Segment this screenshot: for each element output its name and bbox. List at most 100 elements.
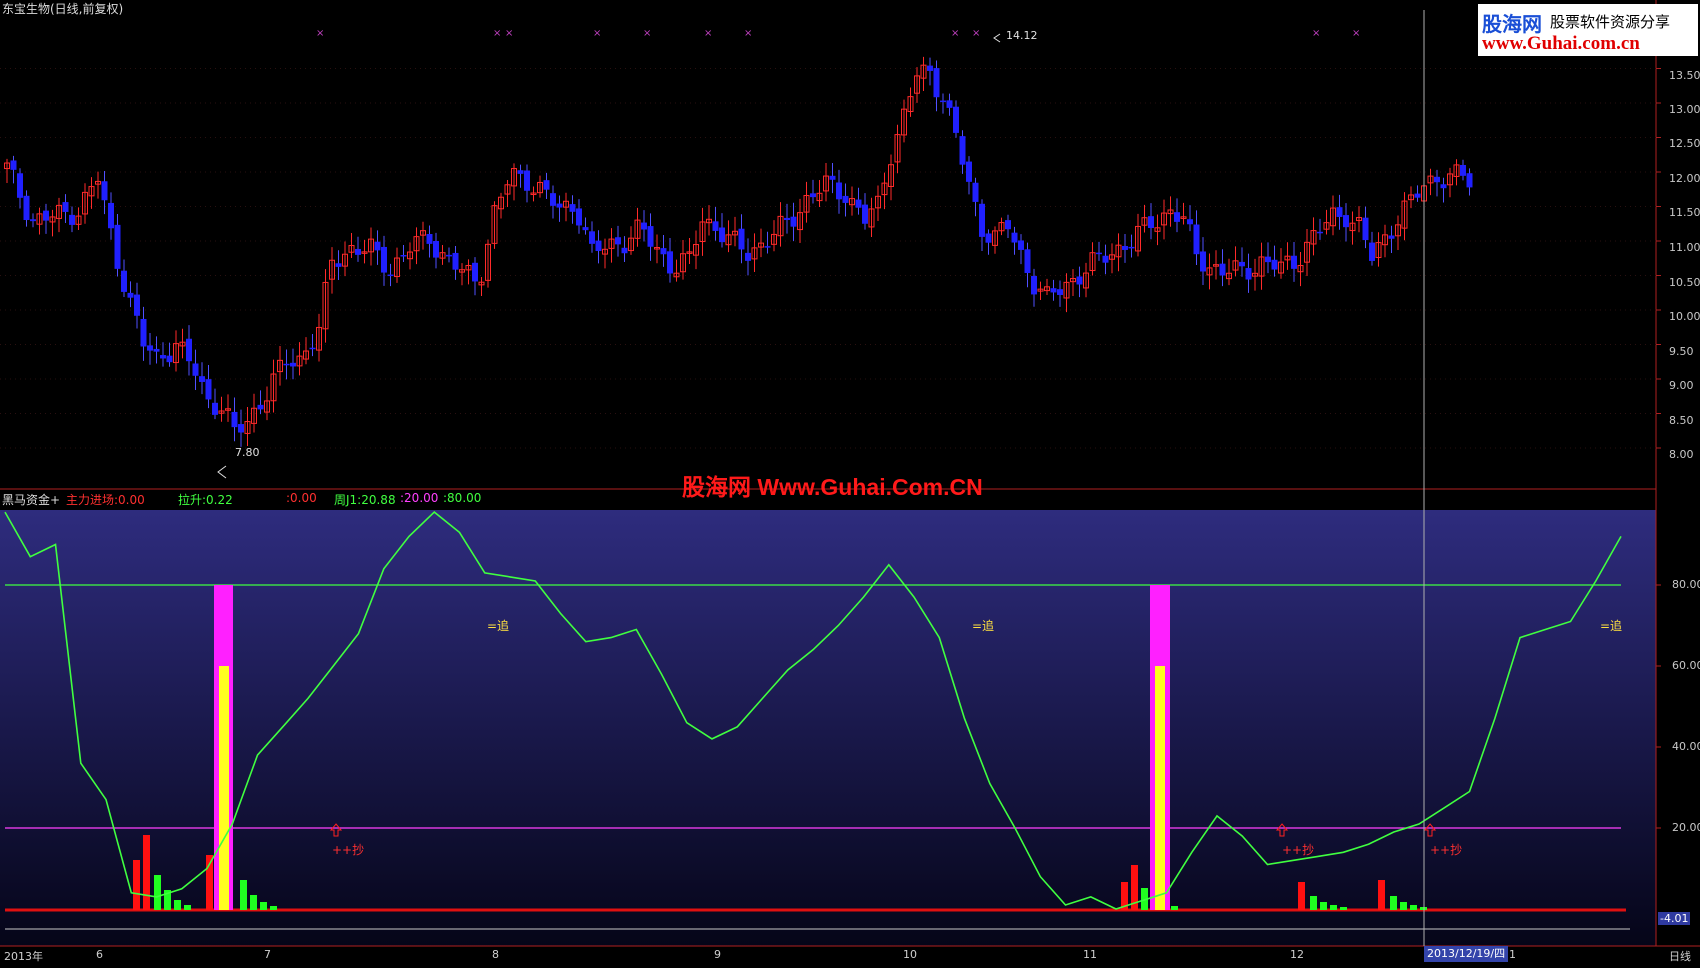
time-axis-label: 9 bbox=[714, 948, 721, 961]
price-tick: 8.50 bbox=[1669, 414, 1694, 427]
candle-body bbox=[1245, 268, 1252, 280]
candle-body bbox=[667, 251, 673, 274]
price-tick: 10.50 bbox=[1669, 276, 1700, 289]
high-marker bbox=[993, 33, 1001, 43]
price-tick: 8.00 bbox=[1669, 448, 1694, 461]
candle-body bbox=[842, 195, 849, 203]
candle-body bbox=[1317, 231, 1323, 234]
volume-bar bbox=[1310, 896, 1317, 910]
guhai-logo[interactable]: 股海网 股票软件资源分享 www.Guhai.com.cn bbox=[1478, 4, 1698, 56]
candle-body bbox=[745, 252, 751, 261]
candle-body bbox=[985, 233, 992, 243]
candle-body bbox=[712, 221, 719, 231]
candle-body bbox=[927, 65, 933, 71]
candle-body bbox=[1024, 249, 1031, 273]
candle-body bbox=[238, 424, 244, 433]
candle-body bbox=[595, 240, 602, 251]
price-tick: 13.00 bbox=[1669, 103, 1700, 116]
volume-bar bbox=[174, 900, 181, 910]
time-axis-label: 6 bbox=[96, 948, 103, 961]
candle-body bbox=[212, 402, 218, 415]
candle-body bbox=[1031, 275, 1037, 295]
candle-body bbox=[472, 262, 478, 282]
candle-body bbox=[1219, 263, 1226, 276]
signal-bar-yellow bbox=[1155, 666, 1165, 910]
candle-body bbox=[1174, 212, 1180, 222]
candle-body bbox=[959, 136, 966, 165]
candle-body bbox=[1369, 242, 1375, 261]
candle-body bbox=[1076, 276, 1083, 285]
candle-body bbox=[1193, 224, 1200, 255]
chase-signal: =追 bbox=[1600, 619, 1623, 633]
time-axis-label: 8 bbox=[492, 948, 499, 961]
candle-body bbox=[127, 292, 134, 298]
volume-bar bbox=[1171, 906, 1178, 910]
candle-body bbox=[810, 193, 816, 198]
candle-body bbox=[1102, 255, 1109, 263]
candle-body bbox=[589, 231, 595, 244]
candle-body bbox=[446, 254, 452, 257]
logo-slogan: 股票软件资源分享 bbox=[1550, 13, 1671, 31]
candle-body bbox=[30, 219, 36, 222]
candle-body bbox=[17, 173, 23, 198]
volume-bar bbox=[240, 880, 247, 910]
price-tick: 9.50 bbox=[1669, 345, 1694, 358]
candle-body bbox=[660, 248, 667, 255]
candle-body bbox=[953, 106, 959, 133]
time-axis-label: 7 bbox=[264, 948, 271, 961]
candle-body bbox=[940, 100, 946, 103]
candle-body bbox=[1466, 173, 1473, 188]
candle-body bbox=[1050, 288, 1057, 293]
volume-bar bbox=[1320, 902, 1327, 910]
candle-body bbox=[147, 345, 153, 351]
site-watermark: 股海网 Www.Guhai.Com.CN bbox=[682, 474, 983, 500]
volume-bar bbox=[184, 905, 191, 910]
time-axis-label: 11 bbox=[1083, 948, 1097, 961]
chase-signal: =追 bbox=[487, 619, 510, 633]
candle-body bbox=[1122, 246, 1128, 250]
candle-body bbox=[101, 181, 108, 201]
cursor-date-box: 2013/12/19/四 bbox=[1424, 946, 1509, 962]
candle-body bbox=[1005, 220, 1011, 230]
candle-body bbox=[1187, 219, 1193, 225]
candle-body bbox=[1096, 252, 1102, 255]
candle-body bbox=[1291, 255, 1297, 269]
candle-body bbox=[1343, 215, 1349, 228]
candle-body bbox=[10, 160, 17, 170]
candle-body bbox=[192, 363, 199, 376]
candle-body bbox=[153, 348, 160, 352]
signal-marker: × bbox=[316, 28, 324, 39]
price-tick: 10.00 bbox=[1669, 310, 1700, 323]
candle-body bbox=[186, 338, 192, 362]
candle-body bbox=[517, 170, 524, 174]
candle-body bbox=[582, 227, 589, 231]
candle-body bbox=[1128, 246, 1135, 249]
volume-bar bbox=[260, 902, 267, 910]
candle-body bbox=[1388, 235, 1395, 239]
field-weekly-j1: 周J1:20.88 bbox=[334, 493, 396, 507]
candle-body bbox=[309, 347, 316, 350]
candle-body bbox=[1460, 164, 1466, 176]
field-main-entry: 主力进场:0.00 bbox=[66, 493, 145, 507]
chase-signal: =追 bbox=[972, 619, 995, 633]
candle-body bbox=[784, 217, 790, 221]
candle-body bbox=[1057, 289, 1063, 295]
candle-body bbox=[790, 216, 797, 227]
candle-body bbox=[829, 175, 836, 180]
candle-body bbox=[1434, 176, 1440, 183]
period-label[interactable]: 日线 bbox=[1669, 948, 1691, 964]
buy-signal: ++抄 bbox=[1430, 843, 1463, 857]
candle-body bbox=[862, 204, 868, 224]
signal-marker: × bbox=[744, 28, 752, 39]
volume-bar bbox=[133, 860, 140, 910]
candle-body bbox=[1239, 261, 1245, 267]
field-line-80: :80.00 bbox=[443, 491, 482, 505]
candle-body bbox=[108, 202, 114, 229]
signal-marker: × bbox=[1352, 28, 1360, 39]
volume-bar bbox=[270, 906, 277, 910]
candle-body bbox=[1336, 207, 1343, 217]
indicator-tick: 20.00 bbox=[1672, 821, 1700, 834]
candle-body bbox=[114, 224, 121, 269]
indicator-tick: 80.00 bbox=[1672, 578, 1700, 591]
indicator-name[interactable]: 黑马资金+ bbox=[2, 491, 60, 508]
